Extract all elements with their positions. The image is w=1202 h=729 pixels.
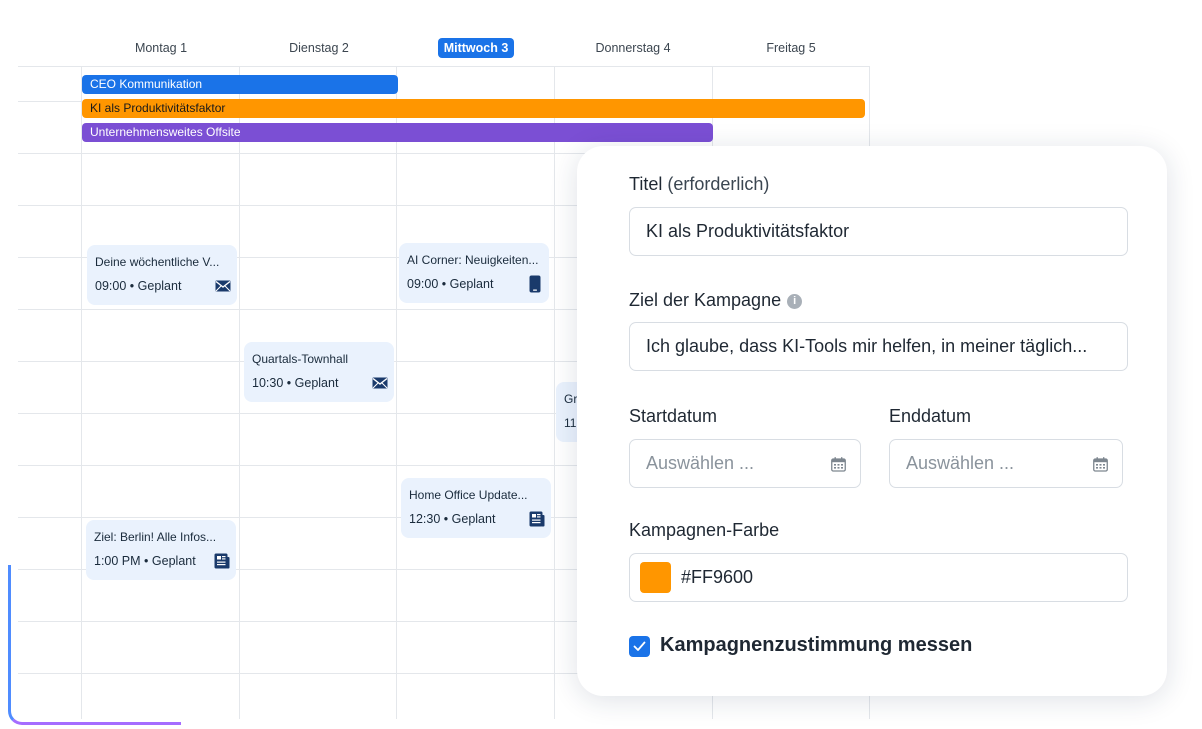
- event-card-weekly[interactable]: Deine wöchentliche V... 09:00 • Geplant: [87, 245, 237, 305]
- event-time: 10:30: [252, 376, 284, 390]
- event-status: Geplant: [137, 279, 182, 293]
- news-icon: [214, 553, 230, 569]
- campaign-bar-ceo-kommunikation[interactable]: CEO Kommunikation: [82, 75, 398, 94]
- day-header-wednesday[interactable]: Mittwoch 3: [397, 38, 555, 58]
- color-swatch[interactable]: [640, 562, 671, 593]
- phone-icon: [527, 275, 543, 293]
- campaign-bar-offsite[interactable]: Unternehmensweites Offsite: [82, 123, 713, 142]
- color-field[interactable]: #FF9600: [629, 553, 1128, 602]
- campaign-form-panel: Titel (erforderlich) KI als Produktivitä…: [577, 146, 1167, 696]
- end-date-placeholder: Auswählen ...: [906, 453, 1015, 473]
- event-card-townhall[interactable]: Quartals-Townhall 10:30 • Geplant: [244, 342, 394, 402]
- campaign-label: Unternehmensweites Offsite: [90, 125, 241, 139]
- grid-line: [18, 66, 870, 67]
- separator: •: [286, 376, 292, 390]
- event-card-home-office[interactable]: Home Office Update... 12:30 • Geplant: [401, 478, 551, 538]
- event-card-ai-corner[interactable]: AI Corner: Neuigkeiten... 09:00 • Geplan…: [399, 243, 549, 303]
- day-header-monday[interactable]: Montag 1: [82, 38, 240, 58]
- campaign-label: KI als Produktivitätsfaktor: [90, 101, 226, 115]
- grid-column-line: [396, 67, 397, 719]
- title-input[interactable]: KI als Produktivitätsfaktor: [629, 207, 1128, 256]
- day-label: Montag 1: [134, 41, 188, 55]
- goal-value: Ich glaube, dass KI-Tools mir helfen, in…: [646, 336, 1088, 356]
- grid-column-line: [554, 67, 555, 719]
- event-title: AI Corner: Neuigkeiten...: [407, 253, 539, 267]
- event-title: Deine wöchentliche V...: [95, 255, 220, 269]
- required-hint: (erforderlich): [667, 174, 770, 194]
- calendar-icon[interactable]: [1093, 456, 1108, 477]
- separator: •: [129, 279, 135, 293]
- mail-icon: [215, 279, 231, 293]
- event-time: 09:00: [407, 277, 439, 291]
- news-icon: [529, 511, 545, 527]
- consent-label[interactable]: Kampagnenzustimmung messen: [660, 634, 972, 657]
- consent-checkbox[interactable]: [629, 636, 650, 657]
- checkmark-icon: [633, 641, 646, 651]
- grid-column-line: [239, 67, 240, 719]
- goal-input[interactable]: Ich glaube, dass KI-Tools mir helfen, in…: [629, 322, 1128, 371]
- goal-label: Ziel der Kampagne i: [629, 290, 803, 311]
- color-value: #FF9600: [681, 567, 754, 587]
- day-label: Donnerstag 4: [595, 41, 671, 55]
- goal-label-text: Ziel der Kampagne: [629, 290, 782, 310]
- event-status: Geplant: [294, 376, 339, 390]
- event-title: Quartals-Townhall: [252, 352, 349, 366]
- info-icon[interactable]: i: [787, 293, 803, 309]
- day-label: Dienstag 2: [289, 41, 349, 55]
- end-date-label: Enddatum: [889, 406, 972, 426]
- day-header-tuesday[interactable]: Dienstag 2: [240, 38, 398, 58]
- title-label-text: Titel: [629, 174, 663, 194]
- separator: •: [441, 277, 447, 291]
- event-title: Home Office Update...: [409, 488, 528, 502]
- event-title: Ziel: Berlin! Alle Infos...: [94, 530, 217, 544]
- calendar-icon[interactable]: [831, 456, 846, 477]
- day-label: Freitag 5: [766, 41, 816, 55]
- start-date-field[interactable]: Auswählen ...: [629, 439, 861, 488]
- event-time: 09:00: [95, 279, 127, 293]
- event-status: Geplant: [451, 512, 496, 526]
- end-date-field[interactable]: Auswählen ...: [889, 439, 1123, 488]
- day-label: Mittwoch 3: [437, 38, 515, 58]
- separator: •: [443, 512, 449, 526]
- title-value: KI als Produktivitätsfaktor: [646, 221, 850, 241]
- color-label: Kampagnen-Farbe: [629, 520, 780, 540]
- event-time: 12:30: [409, 512, 441, 526]
- decorative-accent-line: [8, 565, 181, 725]
- day-header-friday[interactable]: Freitag 5: [712, 38, 870, 58]
- campaign-bar-ki-produktivitaet[interactable]: KI als Produktivitätsfaktor: [82, 99, 865, 118]
- grid-line: [18, 101, 82, 102]
- start-date-label: Startdatum: [629, 406, 718, 426]
- campaign-label: CEO Kommunikation: [90, 77, 203, 91]
- title-label: Titel (erforderlich): [629, 174, 769, 195]
- event-status: Geplant: [449, 277, 494, 291]
- mail-icon: [372, 376, 388, 390]
- day-header-thursday[interactable]: Donnerstag 4: [554, 38, 712, 58]
- start-date-placeholder: Auswählen ...: [646, 453, 755, 473]
